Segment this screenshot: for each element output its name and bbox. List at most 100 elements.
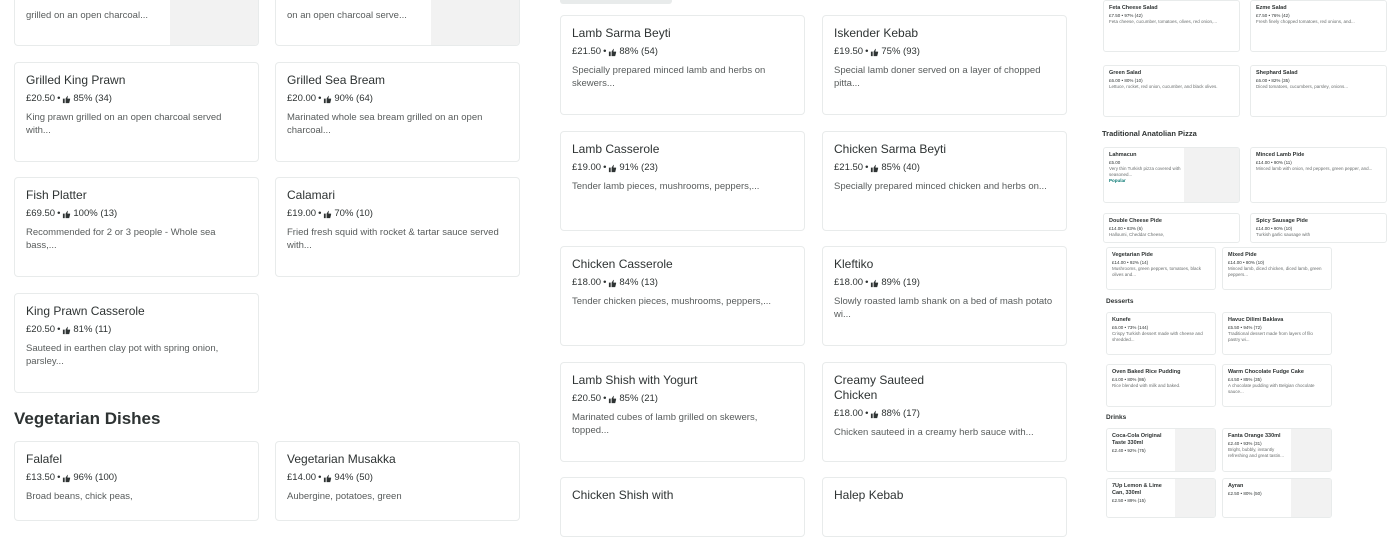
dish-description: King prawn grilled on an open charcoal s… — [26, 112, 222, 136]
dish-name: Falafel — [26, 452, 63, 466]
mini-card-kunefe[interactable]: Kunefe £6.00 • 73% (144) Crispy Turkish … — [1106, 312, 1216, 355]
mini-card-coca-cola[interactable]: Coca-Cola Original Taste 330ml £2.40 • 9… — [1106, 428, 1216, 472]
mini-meta: £4.50 • 85% (35) — [1228, 377, 1262, 382]
dish-meta: £21.50 • 88% (54) — [572, 46, 658, 57]
thumbs-up-icon — [63, 326, 71, 334]
mini-name: Warm Chocolate Fudge Cake — [1228, 369, 1304, 375]
dish-rating: 85% (34) — [73, 93, 112, 104]
dish-rating: 70% (10) — [334, 208, 373, 219]
dish-rating: 100% (13) — [73, 208, 118, 219]
dish-card-falafel[interactable]: Falafel £13.50 • 96% (100) Broad beans, ch… — [14, 441, 259, 521]
dish-name: Calamari — [287, 188, 336, 202]
dish-card-lamb-sarma-beyti[interactable]: Lamb Sarma Beyti £21.50 • 88% (54) Special… — [560, 15, 805, 115]
thumbs-up-icon — [609, 279, 617, 287]
mini-card-7up[interactable]: 7Up Lemon & Lime Can, 330ml £2.50 • 89% … — [1106, 478, 1216, 518]
mini-desc: Bright, bubbly, instantly refreshing and… — [1228, 447, 1285, 458]
dish-description: Broad beans, chick peas, — [26, 491, 133, 502]
dish-description: Aubergine, potatoes, green — [287, 491, 402, 502]
dish-card-lamb-casserole[interactable]: Lamb Casserole £19.00 • 91% (23) Tender la… — [560, 131, 805, 231]
mini-image — [1291, 429, 1331, 471]
dish-name: Lamb Sarma Beyti — [572, 26, 671, 40]
dish-price: £21.50 — [572, 46, 602, 57]
mini-name: Feta Cheese Salad — [1109, 5, 1158, 11]
dish-meta: £19.00 • 70% (10) — [287, 208, 373, 219]
mini-name: Coca-Cola Original Taste 330ml — [1112, 433, 1162, 446]
dish-meta: £18.00 • 89% (19) — [834, 277, 920, 288]
thumbs-up-icon — [324, 210, 332, 218]
mini-meta: £14.00 • 90% (10) — [1256, 226, 1293, 231]
dish-description: Tender chicken pieces, mushrooms, pepper… — [572, 296, 772, 307]
mini-meta: £6.00 • 73% (144) — [1112, 325, 1149, 330]
dish-price: £21.50 — [834, 162, 864, 173]
section-title-partial — [560, 0, 672, 4]
dish-description: on an open charcoal serve... — [287, 10, 407, 21]
dish-card-halep-kebab[interactable]: Halep Kebab — [822, 477, 1067, 537]
dish-rating: 94% (50) — [334, 472, 373, 483]
mini-name: Kunefe — [1112, 317, 1131, 323]
dish-card-king-prawn-casserole[interactable]: King Prawn Casserole £20.50 • 81% (11) Sau… — [14, 293, 259, 393]
mini-desc: Minced lamb, diced chicken, diced lamb, … — [1228, 266, 1322, 277]
dish-rating: 85% (40) — [881, 162, 920, 173]
mini-card-lahmacun[interactable]: Lahmacun £5.00 Very thin Turkish pizza c… — [1103, 147, 1240, 203]
mini-card-havuc-dilimi-baklava[interactable]: Havuc Dilimi Baklava £5.50 • 94% (72) Tr… — [1222, 312, 1332, 355]
mini-name: Havuc Dilimi Baklava — [1228, 317, 1284, 323]
mini-meta: £14.00 • 90% (11) — [1256, 160, 1292, 165]
dish-description: Sauteed in earthen clay pot with spring … — [26, 343, 219, 367]
dish-name: Grilled Sea Bream — [287, 73, 386, 87]
dish-rating: 75% (93) — [881, 46, 920, 57]
dish-meta: £18.00 • 84% (13) — [572, 277, 658, 288]
dish-rating: 88% (17) — [881, 408, 920, 419]
mini-desc: Traditional dessert made from layers of … — [1228, 331, 1313, 342]
dish-price: £20.50 — [26, 324, 56, 335]
dish-card-creamy-sauteed-chicken[interactable]: Creamy Sauteed Chicken £18.00 • 88% (17) C… — [822, 362, 1067, 462]
mini-card-fanta-orange[interactable]: Fanta Orange 330ml £2.40 • 93% (31) Brig… — [1222, 428, 1332, 472]
mini-card-double-cheese-pide[interactable]: Double Cheese Pide £14.00 • 83% (6) Hall… — [1103, 213, 1240, 243]
dish-name: Chicken Sarma Beyti — [834, 142, 947, 156]
dish-card-calamari[interactable]: Calamari £19.00 • 70% (10) Fried fresh squ… — [275, 177, 520, 277]
mini-card-shephard-salad[interactable]: Shephard Salad £6.00 • 82% (35) Diced to… — [1250, 65, 1387, 117]
dish-price: £20.50 — [572, 393, 602, 404]
dish-card-kleftiko[interactable]: Kleftiko £18.00 • 89% (19) Slowly roasted … — [822, 246, 1067, 346]
dish-rating: 91% (23) — [619, 162, 658, 173]
dish-card-top-left[interactable]: grilled on an open charcoal... — [14, 0, 259, 46]
mini-card-ezme-salad[interactable]: Ezme Salad £7.50 • 76% (42) Fresh finely… — [1250, 0, 1387, 52]
dish-card-chicken-shish[interactable]: Chicken Shish with — [560, 477, 805, 537]
mini-card-chocolate-fudge-cake[interactable]: Warm Chocolate Fudge Cake £4.50 • 85% (3… — [1222, 364, 1332, 407]
thumbs-up-icon — [871, 279, 879, 287]
mini-desc: Fresh finely chopped tomatoes, red onion… — [1256, 19, 1355, 24]
mini-image — [1175, 479, 1215, 517]
mini-name: 7Up Lemon & Lime Can, 330ml — [1112, 483, 1162, 496]
dish-meta: £69.50 • 100% (13) — [26, 208, 118, 219]
mini-card-green-salad[interactable]: Green Salad £6.00 • 80% (10) Lettuce, ro… — [1103, 65, 1240, 117]
mini-card-spicy-sausage-pide[interactable]: Spicy Sausage Pide £14.00 • 90% (10) Tur… — [1250, 213, 1387, 243]
mini-card-minced-lamb-pide[interactable]: Minced Lamb Pide £14.00 • 90% (11) Mince… — [1250, 147, 1387, 203]
dish-price: £19.00 — [572, 162, 602, 173]
dish-price: £18.00 — [834, 408, 864, 419]
thumbs-up-icon — [609, 395, 617, 403]
mini-card-ayran[interactable]: Ayran £2.50 • 80% (50) — [1222, 478, 1332, 518]
dish-card-top-mid[interactable]: on an open charcoal serve... — [275, 0, 520, 46]
dish-card-chicken-casserole[interactable]: Chicken Casserole £18.00 • 84% (13) Tender… — [560, 246, 805, 346]
dish-meta: £20.50 • 85% (21) — [572, 393, 658, 404]
mini-card-rice-pudding[interactable]: Oven Baked Rice Pudding £4.00 • 80% (86)… — [1106, 364, 1216, 407]
dish-name: Fish Platter — [26, 188, 87, 202]
dish-card-chicken-sarma-beyti[interactable]: Chicken Sarma Beyti £21.50 • 85% (40) Spec… — [822, 131, 1067, 231]
dish-rating: 81% (11) — [73, 324, 112, 335]
dish-card-vegetarian-musakka[interactable]: Vegetarian Musakka £14.00 • 94% (50) Auber… — [275, 441, 520, 521]
dish-card-grilled-sea-bream[interactable]: Grilled Sea Bream £20.00 • 90% (64) Marina… — [275, 62, 520, 162]
mini-card-feta-cheese-salad[interactable]: Feta Cheese Salad £7.50 • 97% (42) Feta … — [1103, 0, 1240, 52]
dish-name: Kleftiko — [834, 257, 874, 271]
mini-card-mixed-pide[interactable]: Mixed Pide £14.00 • 80% (10) Minced lamb… — [1222, 247, 1332, 290]
mini-name: Vegetarian Pide — [1112, 252, 1153, 258]
dish-name: Lamb Casserole — [572, 142, 660, 156]
mini-image — [1175, 429, 1215, 471]
dish-card-fish-platter[interactable]: Fish Platter £69.50 • 100% (13) Recommende… — [14, 177, 259, 277]
dish-card-lamb-shish-with-yogurt[interactable]: Lamb Shish with Yogurt £20.50 • 85% (21) M… — [560, 362, 805, 462]
dish-card-grilled-king-prawn[interactable]: Grilled King Prawn £20.50 • 85% (34) King … — [14, 62, 259, 162]
dish-card-iskender-kebab[interactable]: Iskender Kebab £19.50 • 75% (93) Special l… — [822, 15, 1067, 115]
dish-image — [170, 0, 258, 45]
mini-card-vegetarian-pide[interactable]: Vegetarian Pide £14.00 • 92% (14) Mushro… — [1106, 247, 1216, 290]
dish-description: Specially prepared minced chicken and he… — [834, 181, 1047, 192]
mini-meta: £6.00 • 80% (10) — [1109, 78, 1143, 83]
dish-price: £20.50 — [26, 93, 56, 104]
